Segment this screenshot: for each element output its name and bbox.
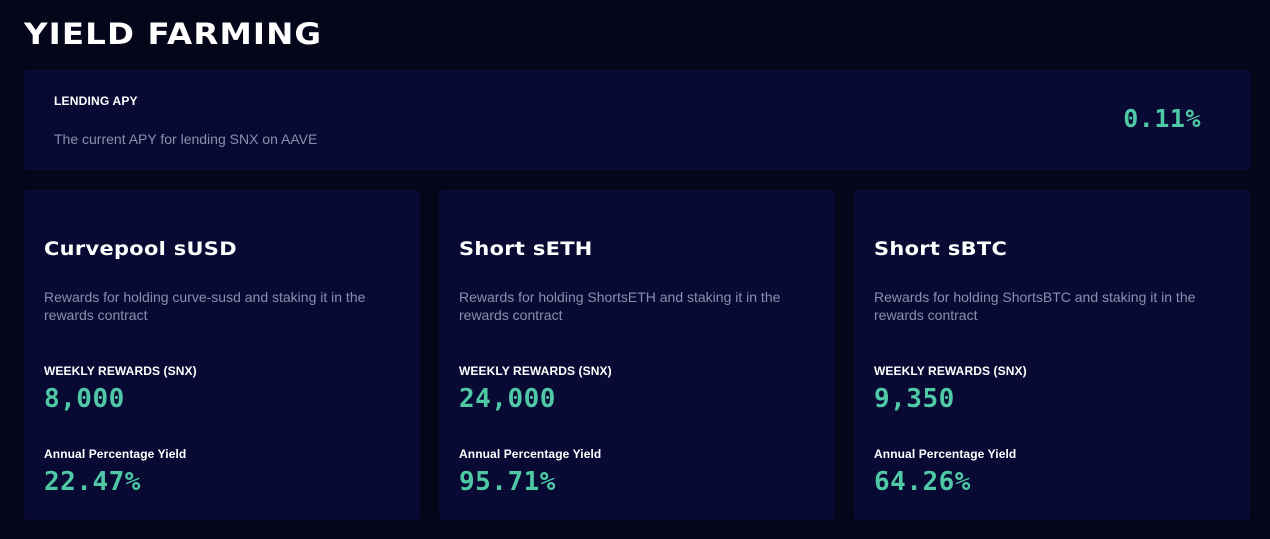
weekly-rewards-value: 24,000 (459, 384, 556, 414)
weekly-rewards-label: WEEKLY REWARDS (SNX) (874, 364, 1027, 378)
apy-label: Annual Percentage Yield (459, 447, 602, 461)
pool-card-title: Short sETH (459, 238, 593, 260)
apy-value: 64.26% (874, 467, 971, 497)
apy-value: 95.71% (459, 467, 556, 497)
apy-value: 22.47% (44, 467, 141, 497)
weekly-rewards-value: 8,000 (44, 384, 125, 414)
pool-card-title: Short sBTC (874, 238, 1008, 260)
apy-label: Annual Percentage Yield (44, 447, 187, 461)
pool-card-description: Rewards for holding curve-susd and staki… (44, 289, 366, 323)
lending-apy-description: The current APY for lending SNX on AAVE (54, 131, 318, 147)
apy-label: Annual Percentage Yield (874, 447, 1017, 461)
pool-card-curvepool-susd[interactable]: Curvepool sUSD Rewards for holding curve… (24, 190, 420, 520)
lending-apy-label: LENDING APY (54, 94, 138, 108)
weekly-rewards-value: 9,350 (874, 384, 955, 414)
lending-apy-value: 0.11% (1123, 104, 1201, 133)
pool-card-short-seth[interactable]: Short sETH Rewards for holding ShortsETH… (439, 190, 835, 520)
pool-card-description: Rewards for holding ShortsETH and stakin… (459, 289, 781, 323)
pool-card-description: Rewards for holding ShortsBTC and stakin… (874, 289, 1196, 323)
weekly-rewards-label: WEEKLY REWARDS (SNX) (459, 364, 612, 378)
pool-card-short-sbtc[interactable]: Short sBTC Rewards for holding ShortsBTC… (854, 190, 1250, 520)
pool-card-title: Curvepool sUSD (44, 238, 237, 260)
weekly-rewards-label: WEEKLY REWARDS (SNX) (44, 364, 197, 378)
page-title: YIELD FARMING (24, 17, 323, 51)
lending-apy-panel: LENDING APY The current APY for lending … (24, 70, 1251, 170)
